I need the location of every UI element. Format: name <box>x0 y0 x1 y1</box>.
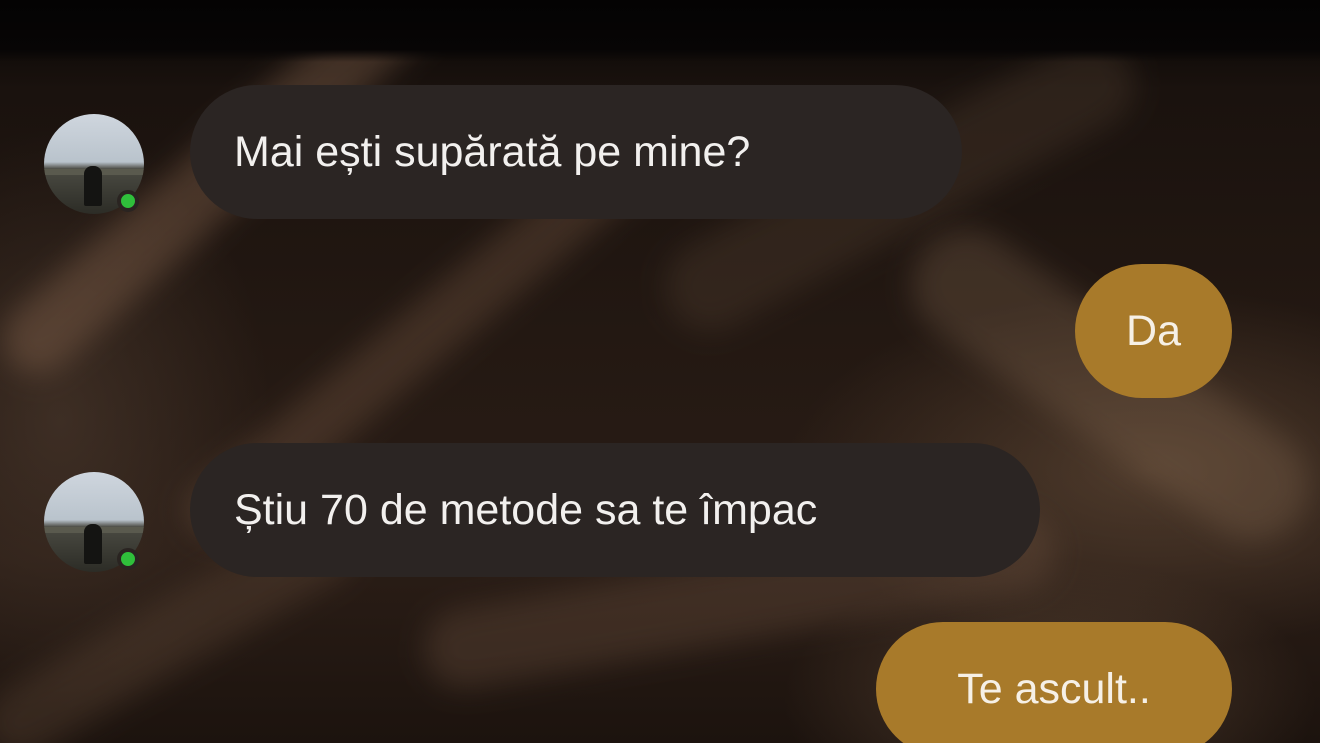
chat-screen: Mai ești supărată pe mine? Da Știu 70 de… <box>0 0 1320 743</box>
message-bubble-outgoing[interactable]: Te ascult.. <box>876 622 1232 743</box>
online-status-dot-icon <box>117 190 139 212</box>
avatar-photo-figure <box>84 524 102 564</box>
message-bubble-incoming[interactable]: Știu 70 de metode sa te împac <box>190 443 1040 577</box>
top-bar <box>0 0 1320 62</box>
avatar-photo-figure <box>84 166 102 206</box>
online-status-dot-icon <box>117 548 139 570</box>
message-bubble-incoming[interactable]: Mai ești supărată pe mine? <box>190 85 962 219</box>
message-bubble-outgoing[interactable]: Da <box>1075 264 1232 398</box>
